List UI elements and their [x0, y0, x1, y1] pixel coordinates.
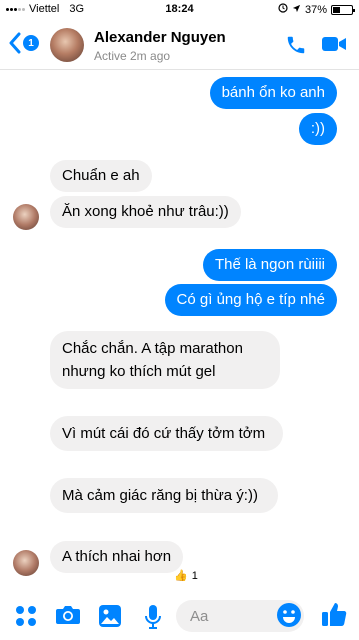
message-reaction[interactable]: 👍 1 [174, 569, 198, 583]
thumbs-up-reaction-icon: 👍 [174, 570, 188, 582]
message-bubble-outgoing[interactable]: Thế là ngon rùiiii [202, 249, 337, 281]
back-button[interactable]: 1 [8, 32, 39, 54]
reaction-count: 1 [191, 569, 198, 582]
contact-avatar[interactable] [50, 28, 84, 62]
apps-icon [16, 606, 36, 626]
location-icon [292, 4, 301, 16]
contact-avatar-small [13, 550, 39, 576]
video-call-button[interactable] [321, 35, 347, 58]
phone-icon [287, 36, 305, 54]
message-bubble-outgoing[interactable]: :)) [298, 113, 337, 145]
message-bubble-outgoing[interactable]: bánh ổn ko anh [209, 77, 337, 109]
video-camera-icon [322, 37, 346, 51]
camera-icon [56, 606, 80, 624]
battery-icon [331, 4, 355, 15]
message-bubble-incoming[interactable]: Chuẩn e ah [50, 160, 152, 192]
contact-status: Active 2m ago [94, 49, 171, 63]
unread-badge: 1 [23, 35, 39, 51]
contact-name[interactable]: Alexander Nguyen [94, 29, 226, 46]
like-button[interactable] [320, 600, 348, 633]
emoji-icon [277, 603, 301, 627]
alarm-icon [278, 3, 288, 16]
like-icon [322, 603, 347, 626]
contact-avatar-small [13, 204, 39, 230]
message-bubble-incoming[interactable]: A thích nhai hơn [50, 541, 184, 573]
composer-bar: Aa [0, 592, 359, 640]
message-bubble-incoming[interactable]: Chắc chắn. A tập marathon nhưng ko thích… [50, 331, 280, 389]
conversation-header: 1 Alexander Nguyen Active 2m ago [0, 20, 359, 70]
message-bubble-incoming[interactable]: Ăn xong khoẻ như trâu:)) [50, 196, 241, 228]
camera-button[interactable] [55, 604, 81, 631]
call-button[interactable] [285, 34, 307, 61]
status-bar: Viettel 3G 18:24 37% [0, 0, 359, 20]
message-input-placeholder: Aa [190, 608, 209, 625]
message-bubble-outgoing[interactable]: Có gì ủng hộ e típ nhé [164, 284, 337, 316]
battery-percent: 37% [304, 3, 327, 16]
microphone-icon [145, 605, 161, 629]
apps-button[interactable] [14, 604, 38, 633]
gallery-icon [99, 605, 121, 627]
message-bubble-incoming[interactable]: Vì mút cái đó cứ thấy tởm tởm [50, 416, 283, 451]
voice-button[interactable] [144, 604, 162, 635]
status-right: 37% [278, 3, 355, 16]
emoji-button[interactable] [276, 602, 302, 633]
message-bubble-incoming[interactable]: Mà cảm giác răng bị thừa ý:)) [50, 478, 278, 513]
gallery-button[interactable] [98, 604, 122, 633]
chevron-left-icon [9, 32, 21, 54]
